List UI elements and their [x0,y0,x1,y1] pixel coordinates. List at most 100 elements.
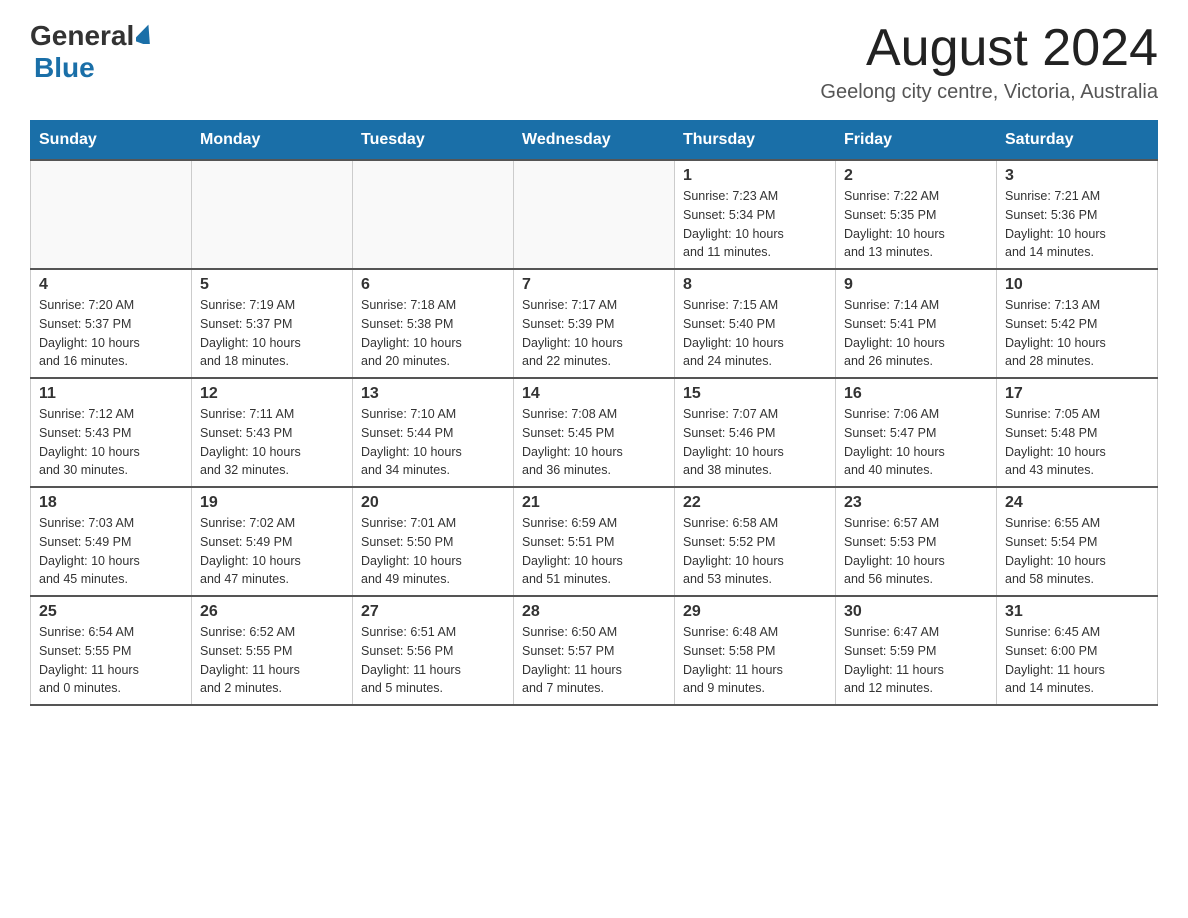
calendar-cell: 11 Sunrise: 7:12 AMSunset: 5:43 PMDayligh… [31,378,192,487]
day-number: 8 [683,276,827,294]
calendar-cell: 10 Sunrise: 7:13 AMSunset: 5:42 PMDayligh… [997,269,1158,378]
day-info: Sunrise: 7:22 AMSunset: 5:35 PMDaylight:… [844,187,988,262]
calendar-cell: 20 Sunrise: 7:01 AMSunset: 5:50 PMDayligh… [353,487,514,596]
location-title: Geelong city centre, Victoria, Australia [820,81,1158,104]
calendar-cell: 30 Sunrise: 6:47 AMSunset: 5:59 PMDayligh… [836,596,997,705]
day-info: Sunrise: 7:01 AMSunset: 5:50 PMDaylight:… [361,514,505,589]
day-number: 27 [361,603,505,621]
day-number: 10 [1005,276,1149,294]
calendar-cell: 4 Sunrise: 7:20 AMSunset: 5:37 PMDaylight… [31,269,192,378]
day-info: Sunrise: 7:10 AMSunset: 5:44 PMDaylight:… [361,405,505,480]
calendar-cell: 7 Sunrise: 7:17 AMSunset: 5:39 PMDaylight… [514,269,675,378]
day-number: 30 [844,603,988,621]
calendar-cell: 25Sunrise: 6:54 AMSunset: 5:55 PMDayligh… [31,596,192,705]
calendar-cell: 5Sunrise: 7:19 AMSunset: 5:37 PMDaylight… [192,269,353,378]
calendar-header-row: SundayMondayTuesdayWednesdayThursdayFrid… [31,121,1158,161]
day-info: Sunrise: 6:59 AMSunset: 5:51 PMDaylight:… [522,514,666,589]
calendar-header-monday: Monday [192,121,353,161]
day-number: 26 [200,603,344,621]
calendar-cell: 12 Sunrise: 7:11 AMSunset: 5:43 PMDayligh… [192,378,353,487]
calendar-cell: 8Sunrise: 7:15 AMSunset: 5:40 PMDaylight… [675,269,836,378]
calendar-cell: 28 Sunrise: 6:50 AMSunset: 5:57 PMDayligh… [514,596,675,705]
day-info: Sunrise: 7:11 AMSunset: 5:43 PMDaylight:… [200,405,344,480]
day-number: 20 [361,494,505,512]
day-number: 11 [39,385,183,403]
month-title: August 2024 [820,20,1158,77]
calendar-cell [31,160,192,269]
calendar-header-sunday: Sunday [31,121,192,161]
day-number: 25 [39,603,183,621]
day-number: 7 [522,276,666,294]
calendar-cell: 29Sunrise: 6:48 AMSunset: 5:58 PMDayligh… [675,596,836,705]
day-info: Sunrise: 7:21 AMSunset: 5:36 PMDaylight:… [1005,187,1149,262]
calendar-cell: 14Sunrise: 7:08 AMSunset: 5:45 PMDayligh… [514,378,675,487]
day-info: Sunrise: 6:48 AMSunset: 5:58 PMDaylight:… [683,623,827,698]
day-info: Sunrise: 7:08 AMSunset: 5:45 PMDaylight:… [522,405,666,480]
day-number: 16 [844,385,988,403]
day-info: Sunrise: 6:51 AMSunset: 5:56 PMDaylight:… [361,623,505,698]
day-number: 1 [683,167,827,185]
calendar-week-5: 25Sunrise: 6:54 AMSunset: 5:55 PMDayligh… [31,596,1158,705]
calendar-cell: 18 Sunrise: 7:03 AMSunset: 5:49 PMDayligh… [31,487,192,596]
day-info: Sunrise: 7:07 AMSunset: 5:46 PMDaylight:… [683,405,827,480]
day-info: Sunrise: 7:18 AMSunset: 5:38 PMDaylight:… [361,296,505,371]
calendar-cell: 17Sunrise: 7:05 AMSunset: 5:48 PMDayligh… [997,378,1158,487]
calendar-cell: 22Sunrise: 6:58 AMSunset: 5:52 PMDayligh… [675,487,836,596]
calendar-header-thursday: Thursday [675,121,836,161]
calendar-week-2: 4 Sunrise: 7:20 AMSunset: 5:37 PMDaylight… [31,269,1158,378]
calendar-cell: 23Sunrise: 6:57 AMSunset: 5:53 PMDayligh… [836,487,997,596]
day-info: Sunrise: 6:55 AMSunset: 5:54 PMDaylight:… [1005,514,1149,589]
header: General Blue August 2024 Geelong city ce… [30,20,1158,104]
day-info: Sunrise: 7:12 AMSunset: 5:43 PMDaylight:… [39,405,183,480]
calendar-cell: 6Sunrise: 7:18 AMSunset: 5:38 PMDaylight… [353,269,514,378]
day-number: 4 [39,276,183,294]
day-number: 9 [844,276,988,294]
day-number: 18 [39,494,183,512]
logo: General Blue [30,20,154,84]
calendar-cell: 27 Sunrise: 6:51 AMSunset: 5:56 PMDayligh… [353,596,514,705]
calendar-cell: 24 Sunrise: 6:55 AMSunset: 5:54 PMDayligh… [997,487,1158,596]
calendar-week-4: 18 Sunrise: 7:03 AMSunset: 5:49 PMDayligh… [31,487,1158,596]
day-number: 2 [844,167,988,185]
day-info: Sunrise: 7:03 AMSunset: 5:49 PMDaylight:… [39,514,183,589]
calendar-cell: 3 Sunrise: 7:21 AMSunset: 5:36 PMDaylight… [997,160,1158,269]
title-area: August 2024 Geelong city centre, Victori… [820,20,1158,104]
day-info: Sunrise: 7:17 AMSunset: 5:39 PMDaylight:… [522,296,666,371]
calendar-cell: 9 Sunrise: 7:14 AMSunset: 5:41 PMDaylight… [836,269,997,378]
day-number: 3 [1005,167,1149,185]
day-number: 22 [683,494,827,512]
day-number: 28 [522,603,666,621]
logo-general-text: General [30,20,134,52]
day-number: 19 [200,494,344,512]
calendar-week-3: 11 Sunrise: 7:12 AMSunset: 5:43 PMDayligh… [31,378,1158,487]
day-info: Sunrise: 7:14 AMSunset: 5:41 PMDaylight:… [844,296,988,371]
calendar-cell: 19 Sunrise: 7:02 AMSunset: 5:49 PMDayligh… [192,487,353,596]
calendar-cell [514,160,675,269]
calendar-header-friday: Friday [836,121,997,161]
day-number: 12 [200,385,344,403]
day-number: 24 [1005,494,1149,512]
calendar: SundayMondayTuesdayWednesdayThursdayFrid… [30,120,1158,706]
day-number: 31 [1005,603,1149,621]
day-info: Sunrise: 7:06 AMSunset: 5:47 PMDaylight:… [844,405,988,480]
day-info: Sunrise: 7:19 AMSunset: 5:37 PMDaylight:… [200,296,344,371]
day-info: Sunrise: 6:47 AMSunset: 5:59 PMDaylight:… [844,623,988,698]
calendar-header-tuesday: Tuesday [353,121,514,161]
day-info: Sunrise: 7:02 AMSunset: 5:49 PMDaylight:… [200,514,344,589]
day-info: Sunrise: 6:52 AMSunset: 5:55 PMDaylight:… [200,623,344,698]
day-info: Sunrise: 7:13 AMSunset: 5:42 PMDaylight:… [1005,296,1149,371]
logo-arrow-icon [136,24,154,49]
logo-blue-text: Blue [34,52,95,83]
day-info: Sunrise: 6:50 AMSunset: 5:57 PMDaylight:… [522,623,666,698]
calendar-cell [192,160,353,269]
calendar-week-1: 1 Sunrise: 7:23 AMSunset: 5:34 PMDaylight… [31,160,1158,269]
day-info: Sunrise: 6:57 AMSunset: 5:53 PMDaylight:… [844,514,988,589]
day-number: 15 [683,385,827,403]
calendar-cell: 1 Sunrise: 7:23 AMSunset: 5:34 PMDaylight… [675,160,836,269]
calendar-header-wednesday: Wednesday [514,121,675,161]
calendar-cell: 15 Sunrise: 7:07 AMSunset: 5:46 PMDayligh… [675,378,836,487]
day-info: Sunrise: 7:20 AMSunset: 5:37 PMDaylight:… [39,296,183,371]
day-info: Sunrise: 7:23 AMSunset: 5:34 PMDaylight:… [683,187,827,262]
calendar-cell: 2 Sunrise: 7:22 AMSunset: 5:35 PMDaylight… [836,160,997,269]
day-number: 13 [361,385,505,403]
